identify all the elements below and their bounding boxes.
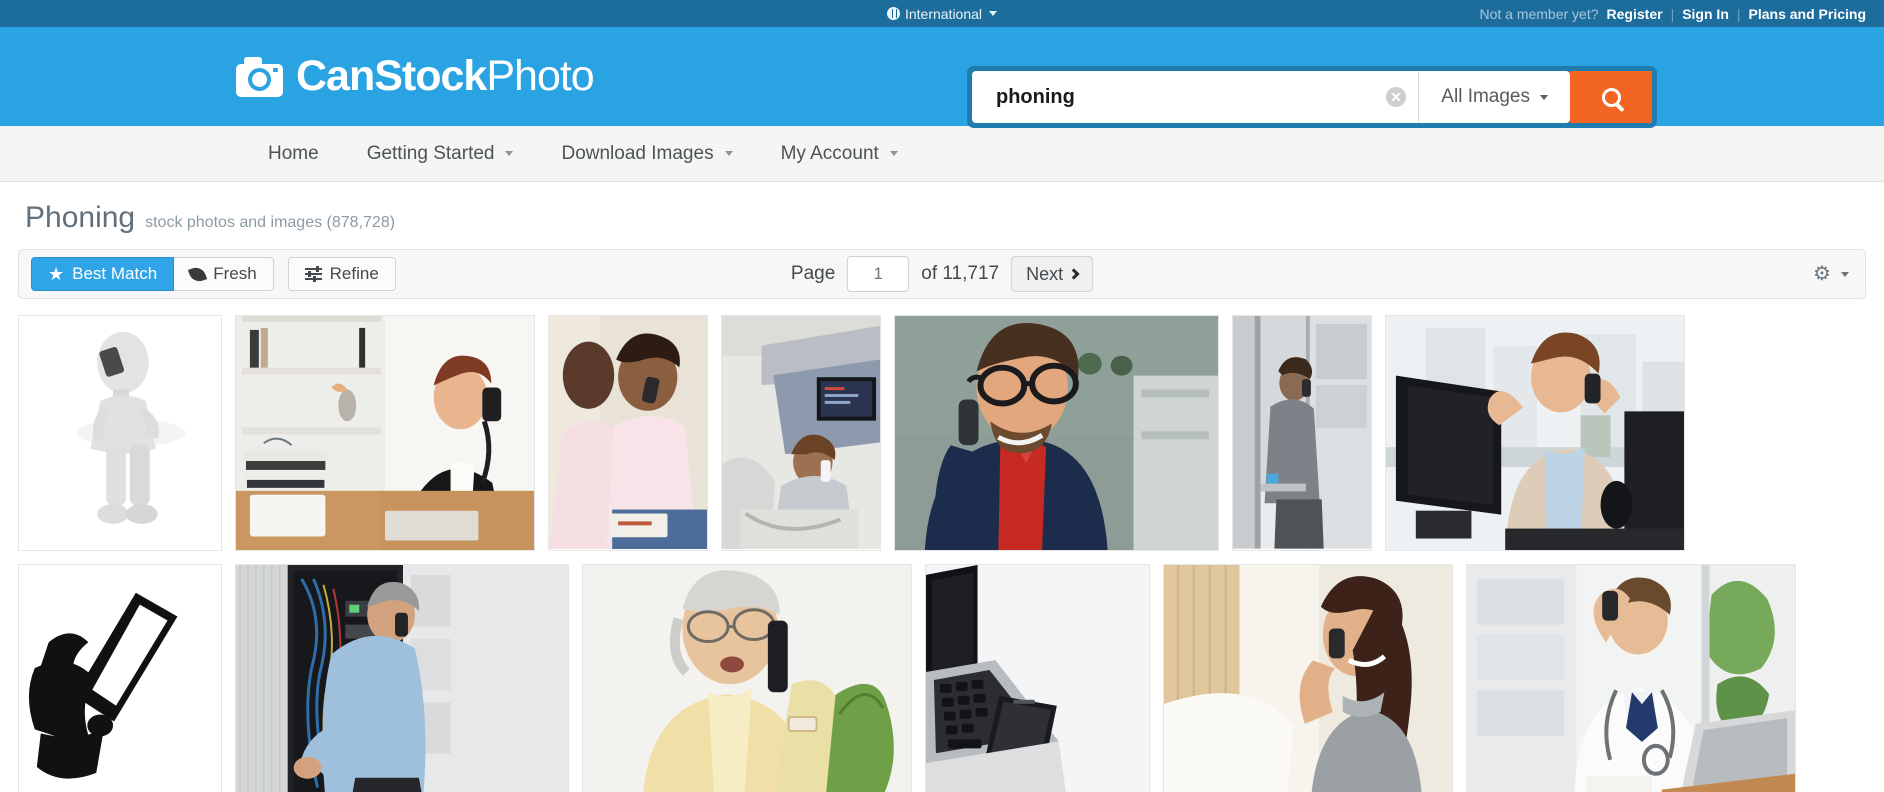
search-bar: All Images [967, 66, 1657, 128]
site-header: CanStockPhoto All Images [0, 27, 1884, 128]
thumbnail-image [549, 316, 707, 550]
results-grid [0, 299, 1884, 792]
thumbnail-image [722, 316, 880, 550]
chevron-down-icon [1841, 271, 1849, 277]
chevron-down-icon [889, 151, 898, 156]
locale-label: International [904, 5, 983, 22]
thumbnail-image [19, 565, 221, 792]
chevron-down-icon [989, 11, 998, 16]
site-logo[interactable]: CanStockPhoto [236, 52, 595, 100]
result-thumbnail[interactable] [235, 564, 569, 792]
result-thumbnail[interactable] [1232, 315, 1372, 551]
image-type-label: All Images [1441, 86, 1530, 107]
thumbnail-image [236, 316, 534, 550]
result-thumbnail[interactable] [1163, 564, 1453, 792]
logo-text: CanStockPhoto [296, 52, 595, 100]
result-thumbnail[interactable] [582, 564, 912, 792]
thumbnail-image [926, 565, 1149, 792]
account-links: Not a member yet? Register | Sign In | P… [1479, 6, 1884, 22]
nav-label: Home [268, 142, 319, 164]
nav-label: Getting Started [366, 142, 495, 164]
page-number-input[interactable] [847, 256, 910, 292]
chevron-down-icon [1540, 94, 1548, 100]
thumbnail-image [583, 565, 911, 792]
chevron-down-icon [505, 151, 514, 156]
separator: | [1670, 5, 1675, 22]
best-match-label: Best Match [72, 264, 158, 283]
star-icon: ★ [48, 264, 65, 284]
logo-text-primary: CanStock [296, 52, 487, 100]
thumbnail-image [236, 565, 568, 792]
fresh-label: Fresh [213, 264, 257, 283]
nav-item-my-account[interactable]: My Account [757, 126, 922, 182]
search-input[interactable] [972, 71, 1375, 123]
nav-item-getting-started[interactable]: Getting Started [343, 126, 538, 182]
result-thumbnail[interactable] [925, 564, 1150, 792]
camera-icon [236, 56, 283, 97]
thumbnail-image [1164, 565, 1452, 792]
result-thumbnail[interactable] [894, 315, 1219, 551]
pagination: Page of 11,717 Next [790, 256, 1094, 292]
sort-button-group: ★ Best Match Fresh [31, 257, 274, 291]
page-title: Phoning stock photos and images (878,728… [0, 182, 1884, 235]
thumbnail-image [1233, 316, 1371, 549]
globe-icon [886, 7, 900, 20]
page-title-sub: stock photos and images (878,728) [145, 214, 396, 231]
results-row [18, 315, 1866, 551]
chevron-down-icon [724, 151, 733, 156]
thumbnail-image [895, 316, 1218, 550]
thumbnail-image [19, 316, 221, 550]
gear-icon: ⚙ [1813, 262, 1831, 285]
view-settings-button[interactable]: ⚙ [1813, 262, 1853, 285]
locale-selector[interactable]: International [886, 5, 998, 22]
clear-circle-icon [1386, 87, 1407, 107]
result-thumbnail[interactable] [548, 315, 708, 551]
next-page-button[interactable]: Next [1011, 256, 1094, 292]
result-thumbnail[interactable] [235, 315, 535, 551]
clear-search-button[interactable] [1374, 71, 1418, 123]
image-type-dropdown[interactable]: All Images [1418, 71, 1570, 123]
thumbnail-image [1467, 565, 1795, 792]
leaf-icon [188, 264, 208, 284]
thumbnail-image [1386, 316, 1684, 550]
search-submit-button[interactable] [1570, 71, 1652, 123]
nav-item-download-images[interactable]: Download Images [537, 126, 756, 182]
member-prompt: Not a member yet? [1479, 5, 1599, 22]
register-link[interactable]: Register [1607, 6, 1663, 22]
result-thumbnail[interactable] [18, 564, 222, 792]
page-label: Page [790, 263, 836, 284]
separator: | [1736, 5, 1741, 22]
logo-text-secondary: Photo [486, 52, 594, 100]
chevron-right-icon [1068, 268, 1080, 280]
nav-item-home[interactable]: Home [244, 126, 343, 182]
nav-label: My Account [780, 142, 879, 164]
nav-label: Download Images [561, 142, 714, 164]
result-thumbnail[interactable] [1466, 564, 1796, 792]
results-row [18, 564, 1866, 792]
next-label: Next [1026, 263, 1064, 284]
results-toolbar: ★ Best Match Fresh Refine Page of 11,717… [18, 249, 1866, 299]
utility-bar: International Not a member yet? Register… [0, 0, 1884, 27]
best-match-button[interactable]: ★ Best Match [31, 257, 175, 291]
plans-and-pricing-link[interactable]: Plans and Pricing [1749, 6, 1866, 22]
search-icon [1601, 87, 1621, 107]
result-thumbnail[interactable] [1385, 315, 1685, 551]
result-thumbnail[interactable] [721, 315, 881, 551]
page-title-main: Phoning [25, 201, 136, 234]
main-navigation: Home Getting Started Download Images My … [0, 126, 1884, 182]
refine-button[interactable]: Refine [287, 257, 396, 291]
fresh-button[interactable]: Fresh [174, 257, 274, 291]
sign-in-link[interactable]: Sign In [1682, 6, 1729, 22]
result-thumbnail[interactable] [18, 315, 222, 551]
total-pages-label: of 11,717 [921, 263, 1000, 284]
refine-label: Refine [329, 264, 379, 283]
sliders-icon [304, 266, 322, 282]
search-input-group: All Images [972, 71, 1570, 123]
